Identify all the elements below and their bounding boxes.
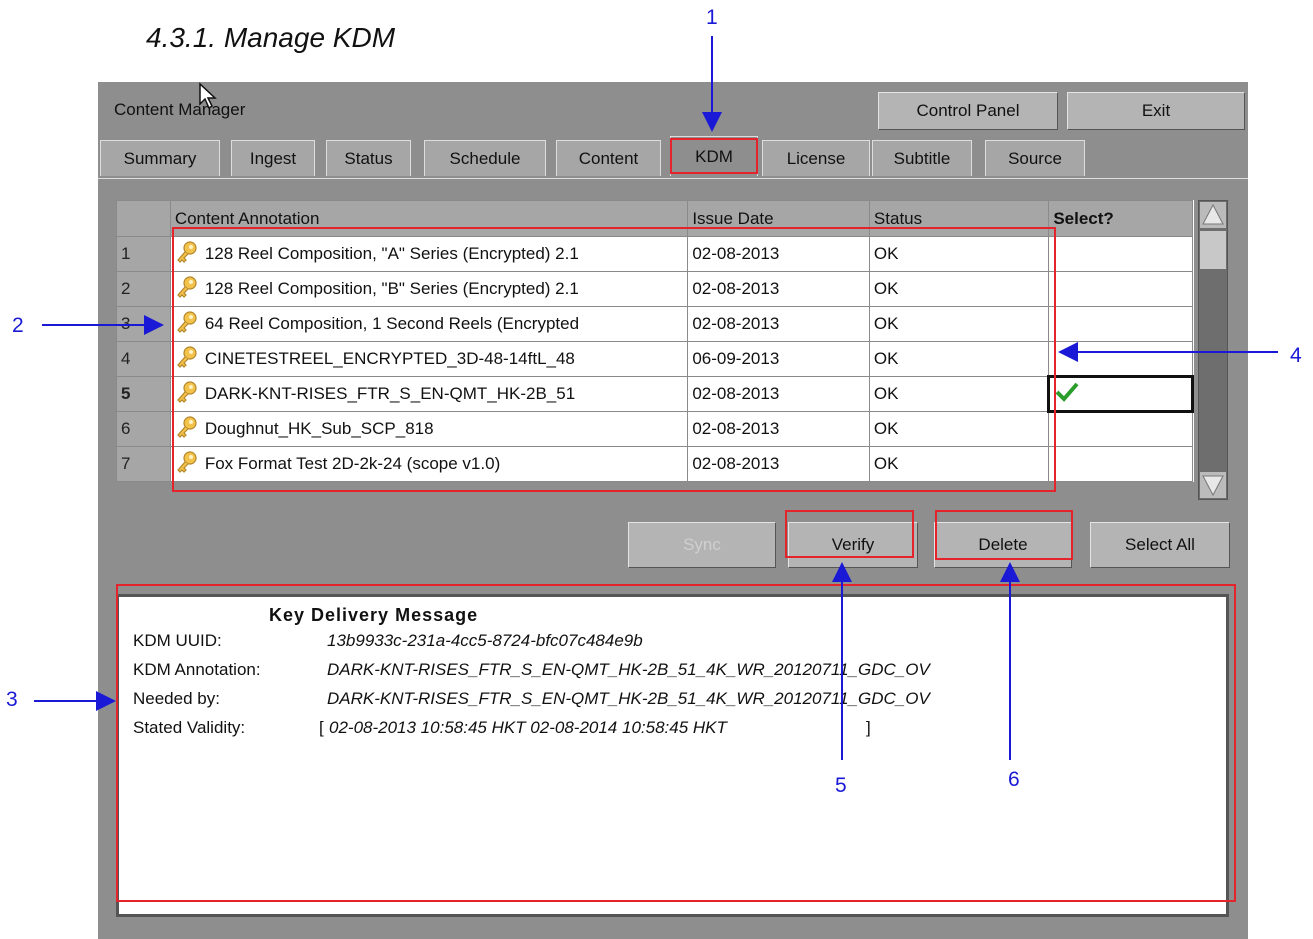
callout-arrows (34, 36, 1278, 760)
mouse-cursor-icon (199, 82, 217, 110)
